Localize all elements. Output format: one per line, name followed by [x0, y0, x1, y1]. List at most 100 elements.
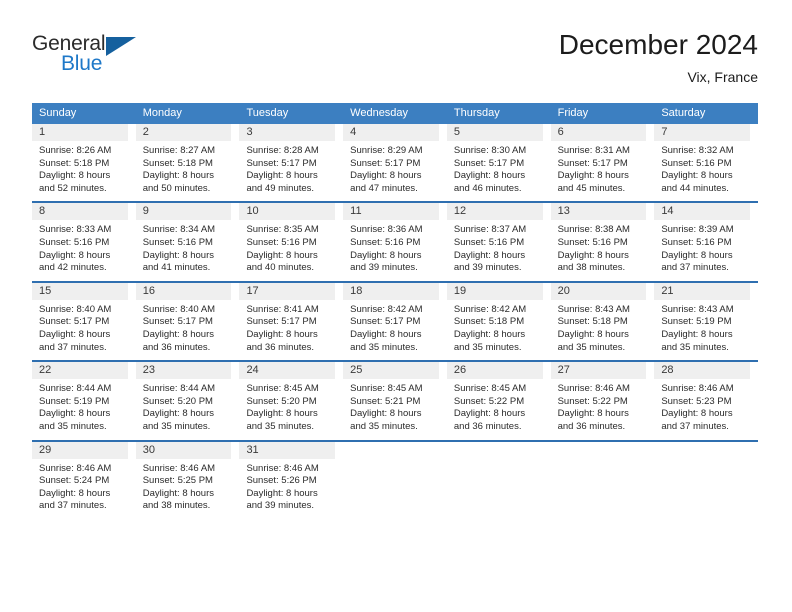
sunset-text: Sunset: 5:16 PM: [39, 236, 110, 248]
day-cell[interactable]: 17 Sunrise: 8:41 AM Sunset: 5:17 PM Dayl…: [239, 282, 343, 354]
sunrise-text: Sunrise: 8:46 AM: [246, 462, 319, 474]
daylight-text-line1: Daylight: 8 hours: [557, 408, 629, 420]
triangle-icon: [106, 37, 136, 56]
sunrise-text: Sunrise: 8:32 AM: [661, 145, 734, 156]
day-cell[interactable]: 14 Sunrise: 8:39 AM Sunset: 5:16 PM Dayl…: [654, 203, 758, 274]
sunset-text: Sunset: 5:16 PM: [453, 236, 525, 248]
day-number: 1: [32, 124, 128, 141]
sunrise-text: Sunrise: 8:39 AM: [661, 224, 734, 236]
daylight-text-line2: and 35 minutes.: [350, 420, 418, 432]
weekday-friday: Friday: [557, 107, 589, 119]
sunset-text: Sunset: 5:16 PM: [350, 236, 421, 248]
title-block: December 2024 Vix, France: [559, 28, 758, 88]
day-cell[interactable]: 18 Sunrise: 8:42 AM Sunset: 5:17 PM Dayl…: [343, 282, 447, 354]
sunrise-text: Sunrise: 8:27 AM: [142, 145, 216, 156]
day-cell-empty: [447, 442, 551, 513]
day-cell[interactable]: 26 Sunrise: 8:45 AM Sunset: 5:22 PM Dayl…: [446, 362, 551, 433]
daylight-text-line1: Daylight: 8 hours: [39, 170, 111, 182]
day-cell[interactable]: 16 Sunrise: 8:40 AM Sunset: 5:17 PM Dayl…: [135, 282, 240, 354]
daylight-text-line2: and 36 minutes.: [453, 420, 522, 432]
daylight-text-line2: and 47 minutes.: [350, 182, 418, 194]
day-cell[interactable]: 23 Sunrise: 8:44 AM Sunset: 5:20 PM Dayl…: [135, 362, 240, 433]
sunset-text: Sunset: 5:16 PM: [661, 236, 732, 248]
day-cell[interactable]: 3 Sunrise: 8:28 AM Sunset: 5:17 PM Dayli…: [239, 124, 343, 195]
day-number: 30: [135, 441, 232, 459]
daylight-text-line2: and 35 minutes.: [246, 420, 315, 432]
daylight-text-line1: Daylight: 8 hours: [246, 170, 318, 182]
daylight-text-line1: Daylight: 8 hours: [142, 408, 215, 420]
day-details: Sunrise: 8:45 AM Sunset: 5:20 PM Dayligh…: [239, 379, 335, 433]
sunset-text: Sunset: 5:18 PM: [557, 316, 628, 328]
daylight-text-line2: and 42 minutes.: [39, 262, 107, 274]
daylight-text-line1: Daylight: 8 hours: [350, 249, 422, 261]
sunset-text: Sunset: 5:16 PM: [557, 236, 628, 248]
general-blue-logo[interactable]: General Blue: [32, 32, 182, 84]
day-cell[interactable]: 28 Sunrise: 8:46 AM Sunset: 5:23 PM Dayl…: [654, 362, 758, 433]
day-cell[interactable]: 21 Sunrise: 8:43 AM Sunset: 5:19 PM Dayl…: [654, 282, 758, 354]
daylight-text-line2: and 41 minutes.: [142, 262, 211, 274]
day-cell[interactable]: 15 Sunrise: 8:40 AM Sunset: 5:17 PM Dayl…: [32, 282, 136, 354]
sunrise-text: Sunrise: 8:31 AM: [557, 145, 630, 156]
sunset-text: Sunset: 5:23 PM: [661, 395, 732, 407]
day-cell[interactable]: 13 Sunrise: 8:38 AM Sunset: 5:16 PM Dayl…: [550, 203, 655, 274]
day-cell[interactable]: 1 Sunrise: 8:26 AM Sunset: 5:18 PM Dayli…: [32, 124, 136, 195]
day-details: Sunrise: 8:37 AM Sunset: 5:16 PM Dayligh…: [447, 220, 543, 274]
daylight-text-line1: Daylight: 8 hours: [453, 249, 526, 261]
sunrise-text: Sunrise: 8:45 AM: [350, 383, 423, 395]
day-cell[interactable]: 24 Sunrise: 8:45 AM Sunset: 5:20 PM Dayl…: [239, 362, 343, 433]
weekday-tuesday: Tuesday: [246, 107, 289, 119]
sunrise-text: Sunrise: 8:36 AM: [350, 224, 423, 236]
weekday-header-row: Sunday Monday Tuesday Wednesday Thursday…: [32, 103, 758, 124]
day-cell[interactable]: 31 Sunrise: 8:46 AM Sunset: 5:26 PM Dayl…: [239, 441, 343, 513]
day-cell[interactable]: 5 Sunrise: 8:30 AM Sunset: 5:17 PM Dayli…: [446, 124, 551, 195]
day-cell[interactable]: 30 Sunrise: 8:46 AM Sunset: 5:25 PM Dayl…: [135, 441, 240, 513]
daylight-text-line2: and 39 minutes.: [453, 262, 522, 274]
day-details: Sunrise: 8:43 AM Sunset: 5:18 PM Dayligh…: [551, 300, 647, 354]
day-details: Sunrise: 8:46 AM Sunset: 5:24 PM Dayligh…: [32, 459, 128, 513]
daylight-text-line1: Daylight: 8 hours: [142, 328, 215, 340]
logo-text-blue: Blue: [61, 52, 103, 75]
daylight-text-line1: Daylight: 8 hours: [142, 487, 215, 499]
day-number: 26: [446, 362, 543, 380]
day-number: 8: [32, 203, 128, 221]
daylight-text-line2: and 38 minutes.: [557, 262, 626, 274]
daylight-text-line1: Daylight: 8 hours: [246, 249, 318, 261]
day-cell-empty: [654, 442, 758, 513]
day-cell[interactable]: 7 Sunrise: 8:32 AM Sunset: 5:16 PM Dayli…: [654, 124, 758, 195]
day-cell[interactable]: 25 Sunrise: 8:45 AM Sunset: 5:21 PM Dayl…: [343, 362, 447, 433]
day-cell[interactable]: 27 Sunrise: 8:46 AM Sunset: 5:22 PM Dayl…: [550, 362, 655, 433]
day-cell[interactable]: 9 Sunrise: 8:34 AM Sunset: 5:16 PM Dayli…: [135, 203, 240, 274]
day-number: 5: [446, 124, 543, 141]
sunrise-text: Sunrise: 8:46 AM: [142, 462, 216, 474]
day-details: Sunrise: 8:36 AM Sunset: 5:16 PM Dayligh…: [343, 220, 439, 274]
day-number: [447, 442, 543, 459]
daylight-text-line2: and 37 minutes.: [661, 262, 729, 274]
day-cell[interactable]: 11 Sunrise: 8:36 AM Sunset: 5:16 PM Dayl…: [343, 203, 447, 274]
sunset-text: Sunset: 5:18 PM: [453, 316, 525, 328]
daylight-text-line2: and 36 minutes.: [142, 341, 211, 353]
day-cell[interactable]: 2 Sunrise: 8:27 AM Sunset: 5:18 PM Dayli…: [135, 124, 240, 195]
day-details: Sunrise: 8:30 AM Sunset: 5:17 PM Dayligh…: [447, 141, 543, 195]
day-number: 7: [654, 124, 751, 141]
day-details: Sunrise: 8:38 AM Sunset: 5:16 PM Dayligh…: [551, 220, 647, 274]
day-details: Sunrise: 8:26 AM Sunset: 5:18 PM Dayligh…: [32, 141, 128, 195]
day-cell[interactable]: 10 Sunrise: 8:35 AM Sunset: 5:16 PM Dayl…: [239, 203, 343, 274]
day-details: Sunrise: 8:40 AM Sunset: 5:17 PM Dayligh…: [136, 300, 232, 354]
daylight-text-line2: and 50 minutes.: [142, 182, 211, 194]
day-cell[interactable]: 20 Sunrise: 8:43 AM Sunset: 5:18 PM Dayl…: [550, 282, 655, 354]
daylight-text-line1: Daylight: 8 hours: [661, 170, 733, 182]
daylight-text-line2: and 35 minutes.: [39, 420, 107, 432]
sunrise-text: Sunrise: 8:38 AM: [557, 224, 630, 236]
sunset-text: Sunset: 5:17 PM: [246, 316, 317, 328]
daylight-text-line1: Daylight: 8 hours: [557, 170, 629, 182]
sunset-text: Sunset: 5:19 PM: [39, 395, 110, 407]
day-cell[interactable]: 22 Sunrise: 8:44 AM Sunset: 5:19 PM Dayl…: [32, 362, 136, 433]
daylight-text-line1: Daylight: 8 hours: [350, 408, 422, 420]
day-cell[interactable]: 12 Sunrise: 8:37 AM Sunset: 5:16 PM Dayl…: [446, 203, 551, 274]
day-cell[interactable]: 8 Sunrise: 8:33 AM Sunset: 5:16 PM Dayli…: [32, 203, 136, 274]
day-cell[interactable]: 19 Sunrise: 8:42 AM Sunset: 5:18 PM Dayl…: [446, 282, 551, 354]
day-cell[interactable]: 6 Sunrise: 8:31 AM Sunset: 5:17 PM Dayli…: [550, 124, 655, 195]
day-cell[interactable]: 4 Sunrise: 8:29 AM Sunset: 5:17 PM Dayli…: [343, 124, 447, 195]
day-cell[interactable]: 29 Sunrise: 8:46 AM Sunset: 5:24 PM Dayl…: [32, 441, 136, 513]
weekday-saturday: Saturday: [661, 107, 706, 119]
